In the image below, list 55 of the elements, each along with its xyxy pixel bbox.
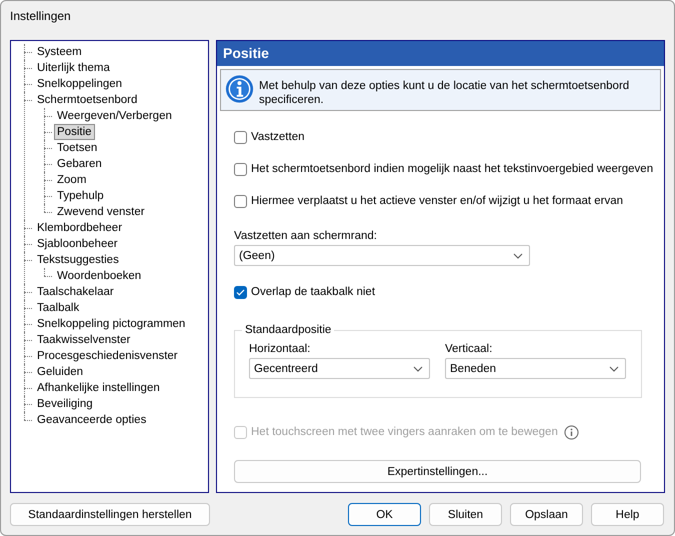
tree-item[interactable]: Woordenboeken [54,268,144,284]
tree-item[interactable]: Geluiden [34,364,86,380]
field-label: Horizontaal: [249,343,312,355]
position-dropdown[interactable]: Gecentreerd [249,358,430,379]
checkbox[interactable] [234,130,247,144]
info-icon[interactable] [564,424,579,440]
field-label: Verticaal: [445,343,494,355]
tree-item[interactable]: Gebaren [54,156,105,172]
dialog-button[interactable]: Help [591,503,664,526]
tree-item[interactable]: Weergeven/Verbergen [54,108,175,124]
group-title: Standaardpositie [244,324,332,336]
tree-item[interactable]: Snelkoppeling pictogrammen [34,316,188,332]
tree-item[interactable]: Zwevend venster [54,204,148,220]
panel-title: Positie [217,41,664,66]
checkbox[interactable] [234,162,247,176]
checkbox[interactable] [234,286,247,298]
tree-item[interactable]: Snelkoppelingen [34,76,126,92]
tree-item[interactable]: Taalschakelaar [34,284,117,300]
field-label: Vastzetten aan schermrand: [234,230,378,242]
tree-item[interactable]: Typehulp [54,188,107,204]
tree-item[interactable]: Systeem [34,44,85,60]
checkbox-label: Het schermtoetsenbord indien mogelijk naast het tekstinvoergebied weergeven [251,163,654,175]
tree-item[interactable]: Tekstsuggesties [34,252,122,268]
tree-item[interactable]: Procesgeschiedenisvenster [34,348,181,364]
position-dropdown[interactable]: Beneden [445,358,626,379]
tree-item[interactable]: Afhankelijke instellingen [34,380,163,396]
tree-item[interactable]: Toetsen [54,140,100,156]
info-icon [225,73,254,105]
expert-settings-button[interactable]: Expertinstellingen... [234,460,641,483]
tree-item[interactable]: Zoom [54,172,90,188]
checkbox-label: Overlap de taakbalk niet [251,286,376,298]
tree-item[interactable]: Uiterlijk thema [34,60,113,76]
chevron-down-icon [513,252,523,258]
chevron-down-icon [609,366,619,372]
checkbox-label: Het touchscreen met twee vingers aanraken om te bewegen [251,426,558,438]
tree-item[interactable]: Schermtoetsenbord [34,92,140,108]
check-icon [236,288,245,296]
checkbox[interactable] [234,194,247,208]
tree-item[interactable]: Taalbalk [34,300,82,316]
tree-item[interactable]: Sjabloonbeheer [34,236,121,252]
reset-button[interactable]: Standaardinstellingen herstellen [10,503,210,526]
window-title: Instellingen [9,8,72,25]
dialog-button[interactable]: OK [348,503,421,526]
tree-item[interactable]: Positie [54,124,95,140]
tree-item[interactable]: Taakwisselvenster [34,332,134,348]
chevron-down-icon [413,366,423,372]
tree-item[interactable]: Klembordbeheer [34,220,126,236]
info-text: Met behulp van deze opties kunt u de locatie van het schermtoetsenbord specificeren. [259,79,630,107]
tree-item[interactable]: Beveiliging [34,396,96,412]
edge-dropdown[interactable]: (Geen) [234,245,530,266]
dialog-button[interactable]: Opslaan [510,503,583,526]
checkbox-label: Hiermee verplaatst u het actieve venster en/of wijzigt u het formaat ervan [251,195,624,207]
checkbox-label: Vastzetten [251,131,304,143]
tree-item[interactable]: Geavanceerde opties [34,412,150,428]
dialog-button[interactable]: Sluiten [429,503,502,526]
